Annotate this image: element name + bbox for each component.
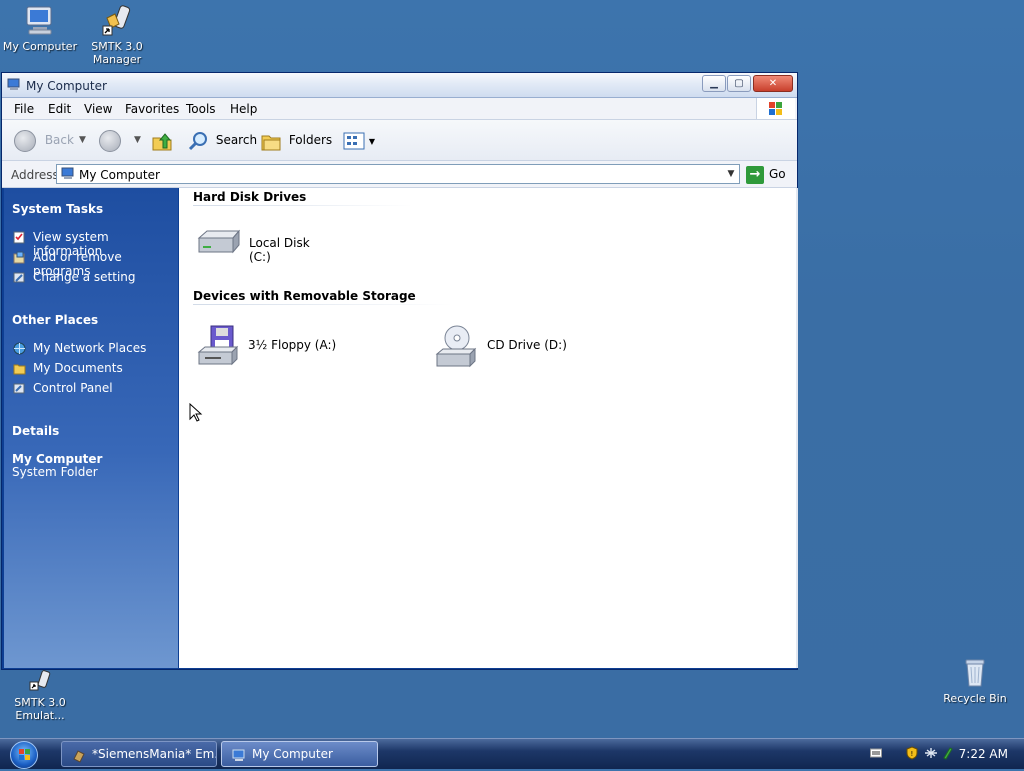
control-panel-link[interactable]: Control Panel bbox=[33, 381, 113, 395]
group-heading-removable-storage: Devices with Removable Storage bbox=[193, 289, 416, 303]
phone-shortcut-icon bbox=[101, 4, 133, 36]
window-title: My Computer bbox=[26, 79, 107, 93]
desktop-icon-label: Manager bbox=[92, 53, 142, 66]
up-folder-button[interactable] bbox=[151, 129, 173, 151]
address-label: Address bbox=[11, 168, 59, 182]
recycle-bin-icon bbox=[959, 656, 991, 688]
forward-arrow-icon bbox=[99, 129, 121, 152]
keyboard-icon[interactable] bbox=[870, 748, 882, 761]
menu-tools[interactable]: Tools bbox=[186, 102, 216, 116]
computer-icon bbox=[7, 78, 21, 91]
group-heading-hard-disk-drives: Hard Disk Drives bbox=[193, 190, 307, 204]
system-info-icon bbox=[13, 231, 26, 244]
forward-history-dropdown[interactable]: ▼ bbox=[134, 129, 141, 151]
my-documents-link[interactable]: My Documents bbox=[33, 361, 123, 375]
system-tray: ! 7:22 AM bbox=[854, 739, 1024, 769]
go-button[interactable]: → Go bbox=[746, 164, 786, 184]
menu-help[interactable]: Help bbox=[230, 102, 257, 116]
desktop-icon-label: Emulat... bbox=[15, 709, 65, 722]
drive-label: Local Disk (C:) bbox=[249, 236, 310, 264]
maximize-button[interactable]: ▢ bbox=[727, 75, 751, 92]
my-documents-icon bbox=[13, 362, 26, 375]
cd-drive-icon bbox=[433, 324, 481, 373]
phone-shortcut-icon bbox=[28, 670, 52, 692]
task-pane: System Tasks View system information Add… bbox=[4, 188, 178, 668]
windows-logo-icon bbox=[756, 98, 795, 119]
back-history-dropdown[interactable]: ▼ bbox=[79, 129, 86, 151]
desktop-icon-smtk-emulator[interactable]: SMTK 3.0 Emulat... bbox=[0, 670, 80, 722]
search-icon bbox=[187, 131, 213, 150]
desktop-icon-label: Recycle Bin bbox=[943, 692, 1007, 705]
drive-label: CD Drive (D:) bbox=[487, 338, 567, 352]
views-icon bbox=[343, 132, 369, 149]
folders-button[interactable]: Folders bbox=[260, 129, 332, 151]
add-remove-programs-icon bbox=[13, 251, 26, 264]
menu-bar: File Edit View Favorites Tools Help bbox=[2, 98, 797, 120]
desktop-icon-recycle-bin[interactable]: Recycle Bin bbox=[935, 656, 1015, 705]
address-bar: Address My Computer ▼ → Go bbox=[2, 161, 797, 188]
security-shield-icon[interactable]: ! bbox=[906, 746, 918, 763]
desktop-icon-label: My Computer bbox=[2, 40, 78, 53]
clock[interactable]: 7:22 AM bbox=[959, 747, 1008, 761]
address-value: My Computer bbox=[79, 168, 160, 182]
mouse-cursor-icon bbox=[189, 402, 203, 426]
details-name: My Computer bbox=[12, 452, 103, 466]
my-network-places-link[interactable]: My Network Places bbox=[33, 341, 146, 355]
desktop-icon-label: SMTK 3.0 bbox=[91, 40, 143, 53]
start-button[interactable] bbox=[10, 741, 38, 769]
drive-label: 3½ Floppy (A:) bbox=[248, 338, 337, 352]
address-dropdown-icon[interactable]: ▼ bbox=[725, 167, 737, 181]
search-button[interactable]: Search bbox=[187, 129, 257, 151]
taskbar-button-siemensmania[interactable]: *SiemensMania* Em... bbox=[61, 741, 217, 767]
computer-icon bbox=[232, 747, 246, 761]
menu-favorites[interactable]: Favorites bbox=[125, 102, 179, 116]
drive-floppy-a[interactable]: 3½ Floppy (A:) bbox=[193, 322, 353, 372]
system-tasks-heading[interactable]: System Tasks bbox=[12, 202, 103, 216]
toolbar: Back ▼ ▼ Search Folders ▼ bbox=[2, 120, 797, 161]
chevron-down-icon: ▼ bbox=[368, 137, 375, 146]
desktop-icon-my-computer[interactable]: My Computer bbox=[0, 4, 80, 53]
forward-button[interactable] bbox=[99, 129, 121, 152]
control-panel-icon bbox=[13, 382, 26, 395]
desktop-icon-label: SMTK 3.0 bbox=[14, 696, 66, 709]
taskbar-button-my-computer[interactable]: My Computer bbox=[221, 741, 378, 767]
menu-edit[interactable]: Edit bbox=[48, 102, 71, 116]
computer-icon bbox=[61, 167, 75, 183]
up-folder-icon bbox=[151, 132, 173, 150]
floppy-drive-icon bbox=[195, 324, 243, 373]
back-button[interactable]: Back bbox=[14, 129, 74, 152]
menu-view[interactable]: View bbox=[84, 102, 112, 116]
change-a-setting-link[interactable]: Change a setting bbox=[33, 270, 136, 284]
minimize-button[interactable]: ▁ bbox=[702, 75, 726, 92]
menu-file[interactable]: File bbox=[14, 102, 34, 116]
file-view: Hard Disk Drives Local Disk (C:) Devices… bbox=[179, 188, 796, 668]
emulator-app-icon bbox=[72, 747, 86, 763]
network-places-icon bbox=[13, 342, 26, 355]
group-divider bbox=[193, 205, 413, 206]
drive-cd-d[interactable]: CD Drive (D:) bbox=[433, 322, 593, 372]
svg-text:!: ! bbox=[911, 750, 914, 758]
drive-local-disk-c[interactable]: Local Disk (C:) bbox=[193, 224, 333, 264]
group-divider bbox=[193, 304, 453, 305]
other-places-heading[interactable]: Other Places bbox=[12, 313, 98, 327]
computer-icon bbox=[24, 4, 56, 36]
close-button[interactable]: ✕ bbox=[753, 75, 793, 92]
folders-icon bbox=[260, 133, 286, 150]
address-input[interactable]: My Computer ▼ bbox=[56, 164, 740, 184]
network-icon[interactable] bbox=[924, 747, 938, 762]
change-setting-icon bbox=[13, 271, 26, 284]
details-type: System Folder bbox=[12, 465, 98, 479]
taskbar: *SiemensMania* Em... My Computer ! 7:22 … bbox=[0, 738, 1024, 769]
back-arrow-icon bbox=[14, 129, 36, 152]
desktop-icon-smtk-manager[interactable]: SMTK 3.0 Manager bbox=[77, 4, 157, 66]
views-button[interactable]: ▼ bbox=[343, 129, 375, 151]
phone-tray-icon[interactable] bbox=[942, 746, 954, 763]
title-bar[interactable]: My Computer ▁ ▢ ✕ bbox=[2, 73, 797, 98]
explorer-window: My Computer ▁ ▢ ✕ File Edit View Favorit… bbox=[1, 72, 798, 670]
window-right-edge bbox=[796, 188, 798, 668]
go-arrow-icon: → bbox=[746, 165, 764, 184]
details-heading[interactable]: Details bbox=[12, 424, 59, 438]
windows-logo-icon bbox=[19, 749, 30, 760]
hard-disk-icon bbox=[195, 228, 243, 261]
